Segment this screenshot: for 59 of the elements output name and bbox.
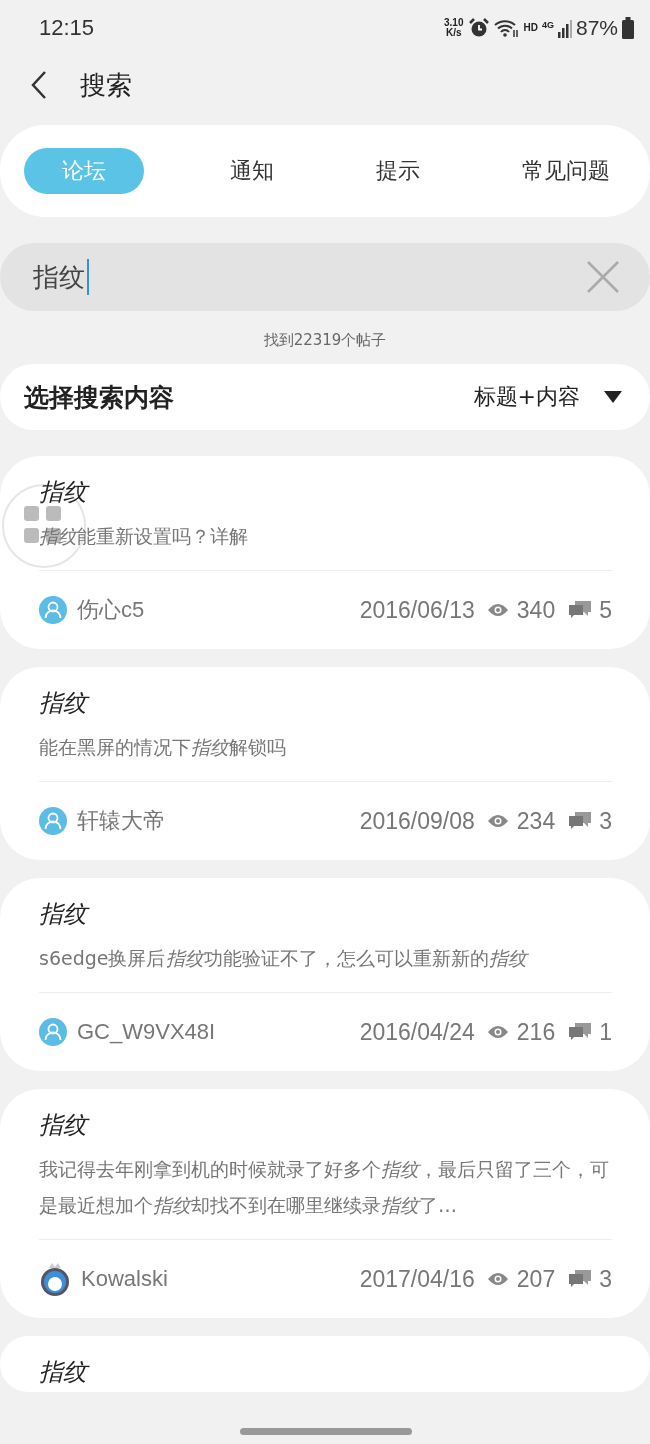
- network-type: 4G: [541, 19, 554, 30]
- tab[interactable]: 常见问题: [506, 148, 626, 194]
- battery-icon: [622, 16, 634, 39]
- result-count: 找到22319个帖子: [262, 331, 388, 350]
- reply-count: 3: [599, 1265, 612, 1293]
- post-card[interactable]: 指纹 我记得去年刚拿到机的时候就录了好多个指纹，最后只留了三个，可是最近想加个指纹却找不到在哪里继续录指纹了… Kowalski 2017/04/16 207 3: [0, 1089, 650, 1318]
- post-card[interactable]: 指纹 s6edge换屏后指纹功能验证不了，怎么可以重新新的指纹 GC_W9VX48I 2016/04/24 216 1: [0, 878, 650, 1071]
- comment-icon: [569, 812, 592, 830]
- post-title: 指纹: [39, 1352, 612, 1392]
- tab[interactable]: 提示: [360, 148, 436, 194]
- back-icon[interactable]: [30, 70, 48, 100]
- author-name: 伤心c5: [77, 596, 145, 624]
- eye-icon: [486, 1272, 509, 1286]
- hd-label: HD: [523, 22, 538, 33]
- post-excerpt: s6edge换屏后指纹功能验证不了，怎么可以重新新的指纹: [39, 946, 530, 971]
- post-excerpt: 能在黑屏的情况下指纹解锁吗: [39, 735, 287, 760]
- reply-count: 5: [599, 596, 612, 624]
- comment-icon: [569, 1023, 592, 1041]
- network-speed: 3.10 K/s: [444, 17, 464, 38]
- battery-level: 87%: [575, 15, 618, 40]
- alarm-icon: [467, 16, 490, 39]
- search-field[interactable]: 指纹: [0, 243, 650, 311]
- dropdown-icon: [604, 391, 622, 403]
- avatar-icon: [39, 596, 67, 624]
- author-name: GC_W9VX48I: [77, 1019, 216, 1045]
- signal-icon: [557, 17, 572, 38]
- wifi-icon: [493, 17, 520, 38]
- post-date: 2017/04/16: [359, 1265, 475, 1293]
- post-excerpt: 我记得去年刚拿到机的时候就录了好多个指纹，最后只留了三个，可是最近想加个指纹却找不到在哪里继续录指纹了…: [39, 1157, 610, 1218]
- author-name: Kowalski: [81, 1266, 168, 1292]
- page-title: 搜索: [80, 68, 132, 102]
- filter-label: 选择搜索内容: [24, 381, 174, 414]
- comment-icon: [569, 601, 592, 619]
- post-date: 2016/06/13: [359, 596, 475, 624]
- eye-icon: [486, 814, 509, 828]
- avatar-icon: [39, 1018, 67, 1046]
- post-title: 指纹: [39, 1105, 612, 1145]
- post-title: 指纹: [39, 894, 612, 934]
- post-title: 指纹: [39, 472, 612, 512]
- avatar-icon: [39, 807, 67, 835]
- view-count: 340: [516, 596, 556, 624]
- eye-icon: [486, 1025, 509, 1039]
- post-card[interactable]: 指纹: [0, 1336, 650, 1392]
- comment-icon: [569, 1270, 592, 1288]
- post-title: 指纹: [39, 683, 612, 723]
- reply-count: 3: [599, 807, 612, 835]
- post-card[interactable]: 指纹 能在黑屏的情况下指纹解锁吗 轩辕大帝 2016/09/08 234 3: [0, 667, 650, 860]
- status-time: 12:15: [39, 14, 95, 41]
- post-date: 2016/09/08: [359, 807, 475, 835]
- view-count: 207: [516, 1265, 556, 1293]
- avatar-icon: [39, 1262, 71, 1296]
- filter-dropdown[interactable]: 标题+内容: [473, 382, 622, 412]
- reply-count: 1: [599, 1018, 612, 1046]
- eye-icon: [486, 603, 509, 617]
- view-count: 234: [516, 807, 556, 835]
- author-name: 轩辕大帝: [77, 807, 165, 835]
- view-count: 216: [516, 1018, 556, 1046]
- tab[interactable]: 通知: [214, 148, 290, 194]
- post-date: 2016/04/24: [359, 1018, 475, 1046]
